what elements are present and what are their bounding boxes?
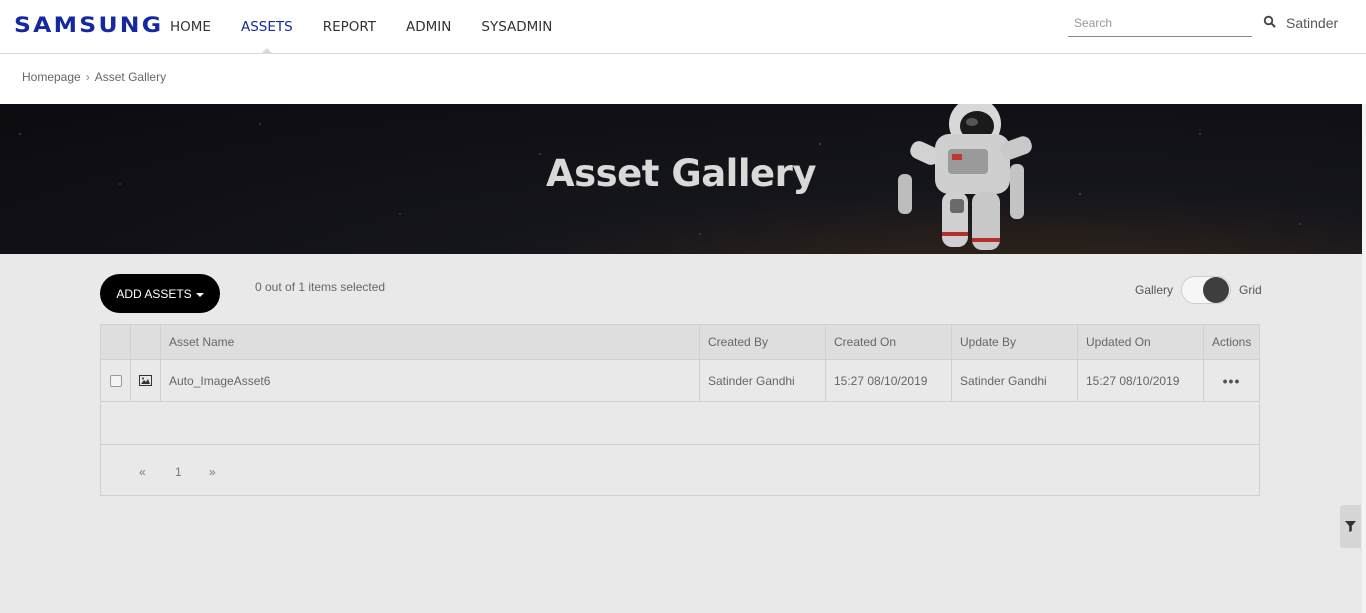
column-header-update-by[interactable]: Update By bbox=[952, 325, 1078, 359]
nav-report[interactable]: REPORT bbox=[323, 0, 376, 54]
breadcrumb-separator: › bbox=[85, 70, 90, 84]
add-assets-label: ADD ASSETS bbox=[116, 286, 192, 301]
search-input[interactable] bbox=[1068, 11, 1252, 35]
updated-on-cell: 15:27 08/10/2019 bbox=[1078, 360, 1204, 401]
add-assets-button[interactable]: ADD ASSETS bbox=[100, 274, 220, 313]
nav-assets[interactable]: ASSETS bbox=[241, 0, 293, 54]
caret-down-icon bbox=[195, 292, 204, 297]
row-checkbox-cell bbox=[101, 360, 131, 401]
breadcrumb: Homepage › Asset Gallery bbox=[22, 70, 166, 84]
page-title: Asset Gallery bbox=[545, 152, 817, 195]
created-by-cell: Satinder Gandhi bbox=[700, 360, 826, 401]
column-header-actions: Actions bbox=[1212, 335, 1252, 349]
column-header-created-on[interactable]: Created On bbox=[826, 325, 952, 359]
top-navigation-bar: SAMSUNG HOME ASSETS REPORT ADMIN SYSADMI… bbox=[0, 0, 1366, 54]
table-row[interactable]: Auto_ImageAsset6 Satinder Gandhi 15:27 0… bbox=[101, 360, 1259, 402]
nav-home[interactable]: HOME bbox=[170, 0, 211, 54]
column-header-created-by[interactable]: Created By bbox=[700, 325, 826, 359]
row-checkbox[interactable] bbox=[109, 374, 122, 387]
update-by-cell: Satinder Gandhi bbox=[952, 360, 1078, 401]
created-on-cell: 15:27 08/10/2019 bbox=[826, 360, 952, 401]
pagination-prev[interactable]: « bbox=[139, 465, 146, 479]
filter-icon bbox=[1345, 521, 1356, 532]
view-gallery-label: Gallery bbox=[1135, 283, 1174, 297]
selection-count: 0 out of 1 items selected bbox=[255, 280, 386, 294]
header-checkbox-cell bbox=[101, 325, 131, 359]
column-header-asset-name[interactable]: Asset Name bbox=[161, 325, 700, 359]
header-thumb-cell bbox=[131, 325, 161, 359]
hero-banner: Asset Gallery bbox=[0, 104, 1362, 254]
nav-admin[interactable]: ADMIN bbox=[406, 0, 451, 54]
asset-table: Asset Name Created By Created On Update … bbox=[100, 324, 1260, 496]
breadcrumb-current: Asset Gallery bbox=[94, 70, 167, 84]
gallery-grid-switch[interactable] bbox=[1181, 276, 1232, 304]
image-icon bbox=[139, 375, 152, 386]
more-actions-icon[interactable]: ••• bbox=[1223, 374, 1241, 388]
column-header-updated-on[interactable]: Updated On bbox=[1078, 325, 1204, 359]
asset-name-cell[interactable]: Auto_ImageAsset6 bbox=[161, 360, 700, 401]
user-menu[interactable]: Satinder bbox=[1286, 15, 1338, 31]
breadcrumb-bar: Homepage › Asset Gallery bbox=[0, 54, 1366, 104]
table-header-row: Asset Name Created By Created On Update … bbox=[101, 325, 1259, 360]
view-toggle: Gallery Grid bbox=[1135, 275, 1262, 305]
row-thumb-cell bbox=[131, 360, 161, 401]
actions-cell: ••• bbox=[1204, 360, 1259, 401]
empty-table-row bbox=[101, 402, 1259, 445]
nav-sysadmin[interactable]: SYSADMIN bbox=[481, 0, 552, 54]
scrollbar-track[interactable] bbox=[1362, 104, 1366, 613]
pagination-page-1[interactable]: 1 bbox=[175, 465, 182, 479]
samsung-logo[interactable]: SAMSUNG bbox=[14, 13, 163, 37]
search-box bbox=[1068, 11, 1252, 37]
view-grid-label: Grid bbox=[1239, 283, 1262, 297]
breadcrumb-homepage[interactable]: Homepage bbox=[22, 70, 81, 84]
filter-panel-toggle[interactable] bbox=[1340, 505, 1361, 548]
pagination-next[interactable]: » bbox=[209, 465, 216, 479]
switch-knob bbox=[1203, 277, 1230, 303]
main-nav: HOME ASSETS REPORT ADMIN SYSADMIN bbox=[170, 0, 582, 54]
search-icon[interactable] bbox=[1263, 15, 1277, 29]
